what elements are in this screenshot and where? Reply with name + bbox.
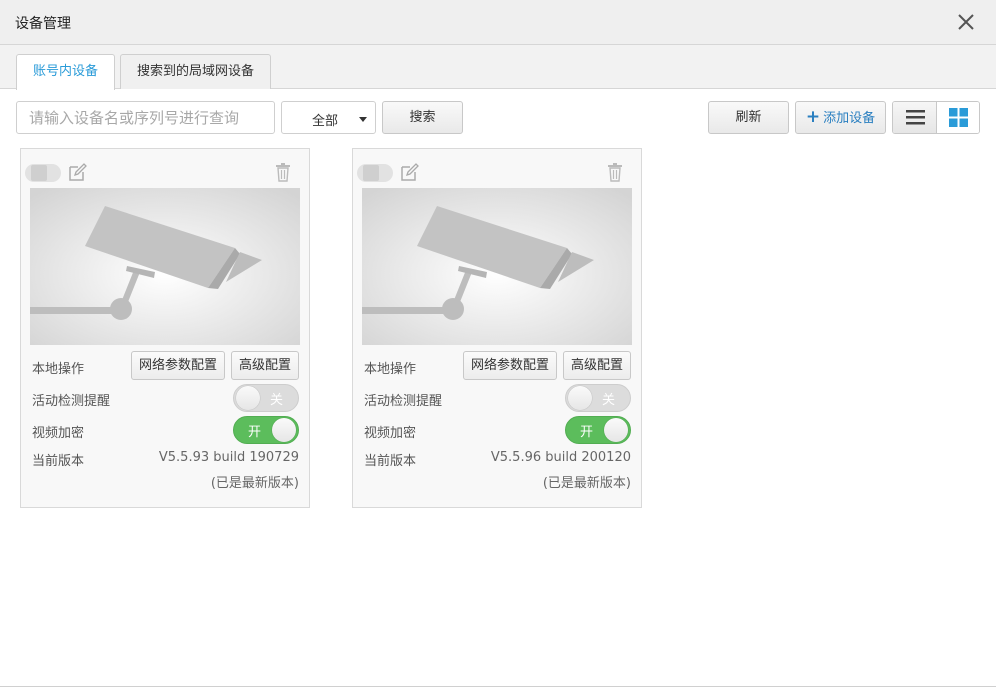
toolbar: 全部 搜索 刷新 +添加设备 [0, 89, 996, 147]
device-card: 本地操作 网络参数配置 高级配置 活动检测提醒 关 视频加密 开 当前版本 V5… [352, 148, 642, 508]
tab-lan-devices[interactable]: 搜索到的局域网设备 [120, 54, 272, 89]
window-title: 设备管理 [15, 16, 71, 32]
edit-icon[interactable] [68, 162, 88, 182]
camera-thumbnail[interactable] [362, 188, 632, 345]
switch-off-text: 关 [269, 393, 283, 408]
refresh-button[interactable]: 刷新 [708, 101, 789, 134]
tab-account-devices[interactable]: 账号内设备 [16, 54, 116, 90]
version-value: V5.5.96 build 200120 [490, 450, 631, 465]
network-config-button[interactable]: 网络参数配置 [131, 351, 225, 380]
current-version-label: 当前版本 [32, 454, 85, 469]
filter-selected-value: 全部 [312, 114, 339, 129]
motion-alert-switch[interactable]: 关 [565, 384, 631, 412]
add-device-button[interactable]: + 添加设备 [795, 101, 886, 134]
bottom-divider [0, 686, 996, 687]
trash-icon[interactable] [607, 162, 623, 182]
version-status: (已是最新版本) [542, 476, 631, 491]
trash-icon[interactable] [275, 162, 291, 182]
advanced-config-button[interactable]: 高级配置 [563, 351, 631, 380]
video-encrypt-switch[interactable]: 开 [233, 416, 299, 444]
video-encrypt-label: 视频加密 [32, 426, 85, 441]
video-encrypt-switch[interactable]: 开 [565, 416, 631, 444]
toggle-knob [363, 165, 379, 181]
plus-icon: + [805, 107, 821, 127]
list-icon [906, 110, 925, 125]
search-input[interactable] [16, 101, 275, 134]
advanced-config-button[interactable]: 高级配置 [231, 351, 299, 380]
motion-alert-label: 活动检测提醒 [364, 394, 443, 409]
video-encrypt-label: 视频加密 [364, 426, 417, 441]
toggle-knob [31, 165, 47, 181]
camera-thumbnail[interactable] [30, 188, 300, 345]
version-status: (已是最新版本) [210, 476, 299, 491]
close-icon[interactable] [956, 11, 976, 33]
switch-on-text: 开 [580, 425, 594, 440]
device-select-toggle[interactable] [25, 164, 61, 182]
switch-on-text: 开 [248, 425, 262, 440]
edit-icon[interactable] [400, 162, 420, 182]
list-view-button[interactable] [893, 102, 937, 133]
add-device-label: 添加设备 [823, 111, 876, 126]
filter-select[interactable]: 全部 [281, 101, 376, 134]
switch-off-text: 关 [601, 393, 615, 408]
switch-knob [568, 386, 592, 410]
version-value: V5.5.93 build 190729 [158, 450, 299, 465]
network-config-button[interactable]: 网络参数配置 [463, 351, 557, 380]
switch-knob [272, 418, 296, 442]
local-ops-label: 本地操作 [32, 362, 85, 377]
device-card: 本地操作 网络参数配置 高级配置 活动检测提醒 关 视频加密 开 当前版本 V5… [20, 148, 310, 508]
device-select-toggle[interactable] [357, 164, 393, 182]
search-button[interactable]: 搜索 [382, 101, 463, 134]
motion-alert-label: 活动检测提醒 [32, 394, 111, 409]
tab-bar: 账号内设备 搜索到的局域网设备 [0, 45, 996, 90]
switch-knob [236, 386, 260, 410]
grid-view-button[interactable] [937, 102, 979, 133]
chevron-down-icon [359, 117, 367, 122]
local-ops-label: 本地操作 [364, 362, 417, 377]
title-bar: 设备管理 [0, 0, 996, 45]
view-toggle-group [892, 101, 980, 134]
current-version-label: 当前版本 [364, 454, 417, 469]
motion-alert-switch[interactable]: 关 [233, 384, 299, 412]
grid-icon [949, 108, 968, 127]
switch-knob [604, 418, 628, 442]
